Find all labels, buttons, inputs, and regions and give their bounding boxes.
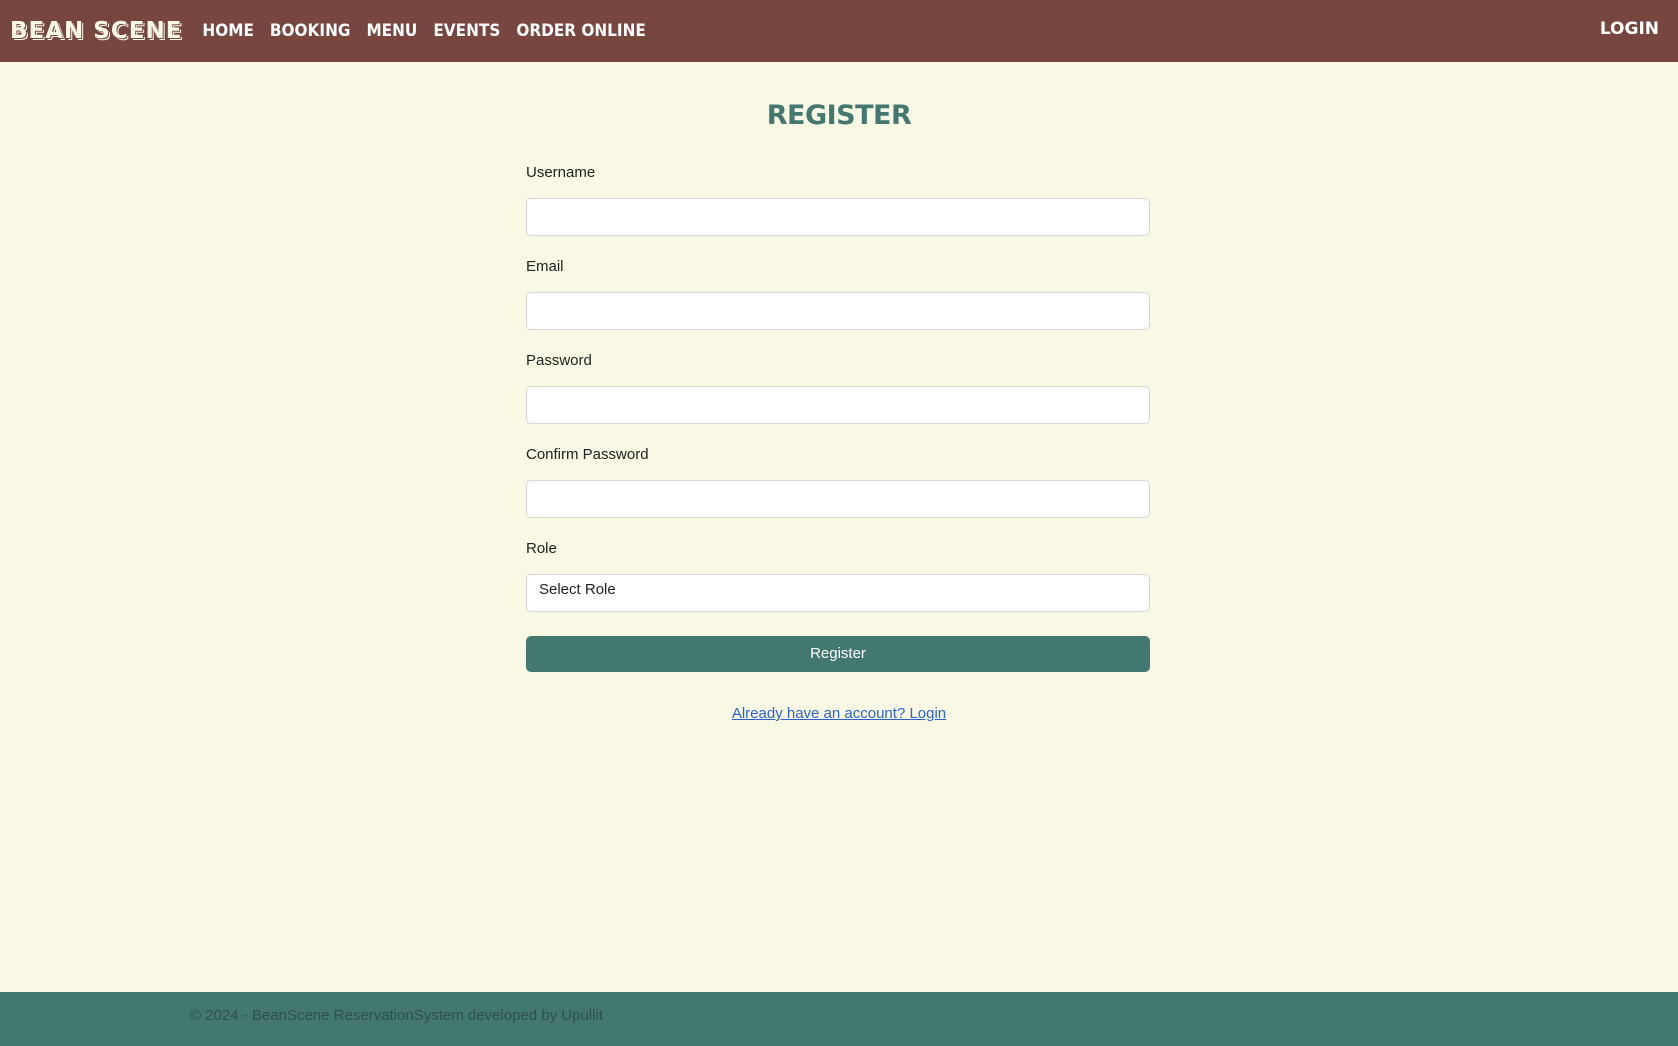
brand-logo[interactable]: BEAN SCENE: [10, 18, 182, 44]
page-title: Register: [766, 100, 912, 131]
email-field[interactable]: [526, 292, 1150, 330]
nav-link-menu[interactable]: Menu: [366, 21, 417, 41]
nav-link-order-online[interactable]: Order Online: [516, 21, 646, 41]
password-field[interactable]: [526, 386, 1150, 424]
already-have-account-link[interactable]: Already have an account? Login: [732, 705, 946, 722]
footer: © 2024 - BeanScene ReservationSystem dev…: [0, 992, 1678, 1046]
nav-link-booking[interactable]: Booking: [270, 21, 351, 41]
username-label: Username: [526, 164, 596, 181]
nav-link-login[interactable]: Login: [1600, 19, 1659, 39]
email-label: Email: [526, 258, 564, 275]
footer-text: © 2024 - BeanScene ReservationSystem dev…: [190, 1007, 603, 1024]
nav-link-home[interactable]: Home: [202, 21, 253, 41]
top-navbar: BEAN SCENE Home Booking Menu Events Orde…: [0, 0, 1678, 62]
login-link-container: Already have an account? Login: [0, 705, 1678, 722]
password-label: Password: [526, 352, 592, 369]
role-select[interactable]: Select Role: [526, 574, 1150, 612]
confirm-password-field[interactable]: [526, 480, 1150, 518]
nav-links: Home Booking Menu Events Order Online: [202, 21, 661, 41]
username-field[interactable]: [526, 198, 1150, 236]
nav-link-events[interactable]: Events: [433, 21, 500, 41]
role-label: Role: [526, 540, 557, 557]
register-form: Username Email Password Confirm Password…: [526, 162, 1150, 672]
role-select-value: Select Role: [539, 581, 616, 598]
register-button[interactable]: Register: [526, 636, 1150, 672]
confirm-password-label: Confirm Password: [526, 446, 649, 463]
